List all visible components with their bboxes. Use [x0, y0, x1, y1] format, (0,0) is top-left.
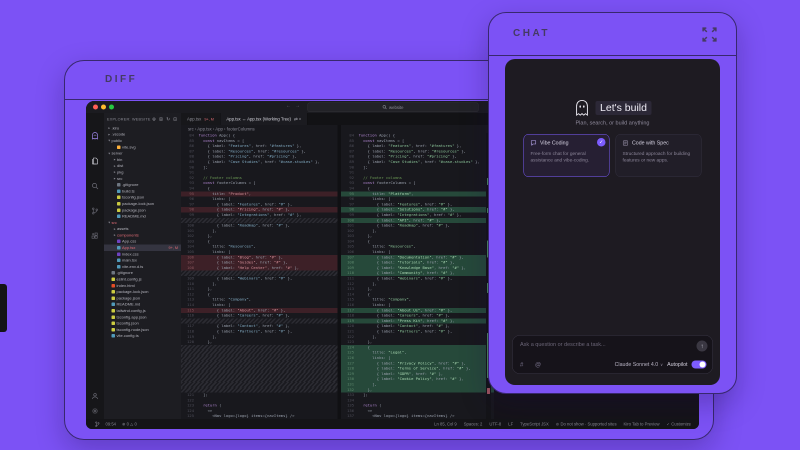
diff-window-title: DIFF — [105, 74, 137, 85]
status-item[interactable]: ⊘ Do not show · Supported sites — [556, 422, 617, 427]
chat-window: CHAT Let's build Plan, search, or build … — [488, 12, 737, 394]
diff-pane-modified: 84function App() {85 const navItems = [8… — [341, 133, 494, 419]
status-item[interactable]: Ln 85, Col 9 — [434, 422, 457, 427]
chevron-down-icon: ∨ — [660, 362, 663, 367]
extensions-icon[interactable] — [90, 231, 100, 241]
command-search-input[interactable]: website — [308, 103, 479, 113]
status-item[interactable]: TypeScript JSX — [520, 422, 549, 427]
file-tree: ▸.kiro▸.vscode▾publicvite.svg▾server▸bin… — [104, 125, 181, 339]
explorer-action-icons[interactable]: ⊕ ⊞ ↻ ⊟ — [152, 116, 178, 122]
chat-header: CHAT — [489, 13, 736, 57]
tree-item-vite-config-ts[interactable]: vite.config.ts — [104, 333, 181, 339]
chat-title-divider — [489, 55, 736, 56]
nav-back-icon[interactable]: ← — [286, 103, 291, 109]
settings-icon[interactable] — [90, 406, 100, 416]
chat-panel: Let's build Plan, search, or build anyth… — [505, 59, 720, 385]
status-item[interactable]: LF — [508, 422, 513, 427]
status-item[interactable]: UTF-8 — [489, 422, 501, 427]
selected-check-icon: ✓ — [597, 138, 606, 147]
status-item[interactable]: ⊗ 0 △ 0 — [122, 422, 137, 427]
model-selector[interactable]: Claude Sonnet 4.0 — [615, 362, 658, 368]
greeting-subtitle: Plan, search, or build anything — [505, 120, 720, 126]
nav-forward-icon[interactable]: → — [295, 103, 300, 109]
context-icons[interactable]: # @ — [520, 361, 546, 368]
status-item[interactable]: ✓ Customize — [667, 422, 691, 427]
autopilot-label: Autopilot — [667, 362, 687, 368]
status-item[interactable]: Kiro Tab to Preview — [624, 422, 660, 427]
activity-bar — [86, 113, 104, 419]
diff-pane-original: 84function App() {85 const navItems = [8… — [181, 133, 338, 419]
tab-file[interactable]: App.tsx9+, M — [181, 113, 220, 125]
greeting-title: Let's build — [596, 101, 652, 115]
status-item[interactable]: 09:54 — [106, 422, 116, 427]
git-branch-icon — [95, 421, 100, 427]
account-icon[interactable] — [90, 391, 100, 401]
chat-input[interactable]: Ask a question or describe a task... ↑ #… — [512, 335, 713, 374]
mode-card-code-with-spec[interactable]: Code with Spec Structured approach for b… — [616, 134, 702, 177]
minimize-window-icon[interactable] — [101, 105, 106, 110]
tab-diff[interactable]: App.tsx ↔ App.tsx (Working Tree)⇄ × — [220, 113, 307, 125]
editor-tabs: App.tsx9+, MApp.tsx ↔ App.tsx (Working T… — [181, 113, 494, 125]
spec-doc-icon — [623, 140, 629, 146]
kiro-ghost-icon — [574, 99, 591, 117]
search-icon — [383, 105, 388, 110]
background-window-edge — [0, 284, 7, 332]
status-bar: 09:54 ⊗ 0 △ 0 Ln 85, Col 9 Spaces: 2 UTF-8 L… — [86, 419, 699, 429]
explorer-title: EXPLORER: WEBSITE — [107, 117, 151, 122]
search-icon[interactable] — [90, 181, 100, 191]
autopilot-toggle[interactable] — [692, 361, 707, 369]
zoom-window-icon[interactable] — [109, 105, 114, 110]
files-icon[interactable] — [90, 156, 100, 166]
mode-card-vibe-coding[interactable]: Vibe Coding Free-form chat for general a… — [524, 134, 610, 177]
send-icon[interactable]: ↑ — [697, 341, 708, 352]
status-item[interactable]: Spaces: 2 — [464, 422, 483, 427]
explorer-sidebar: EXPLORER: WEBSITE ⊕ ⊞ ↻ ⊟ ▸.kiro▸.vscode… — [104, 113, 181, 419]
chat-window-title: CHAT — [513, 28, 550, 39]
expand-arrows-icon[interactable] — [701, 26, 718, 43]
kiro-ghost-icon[interactable] — [90, 131, 100, 141]
close-window-icon[interactable] — [93, 105, 98, 110]
chat-input-placeholder: Ask a question or describe a task... — [520, 342, 606, 348]
chat-bubble-icon — [531, 140, 537, 146]
source-control-icon[interactable] — [90, 206, 100, 216]
